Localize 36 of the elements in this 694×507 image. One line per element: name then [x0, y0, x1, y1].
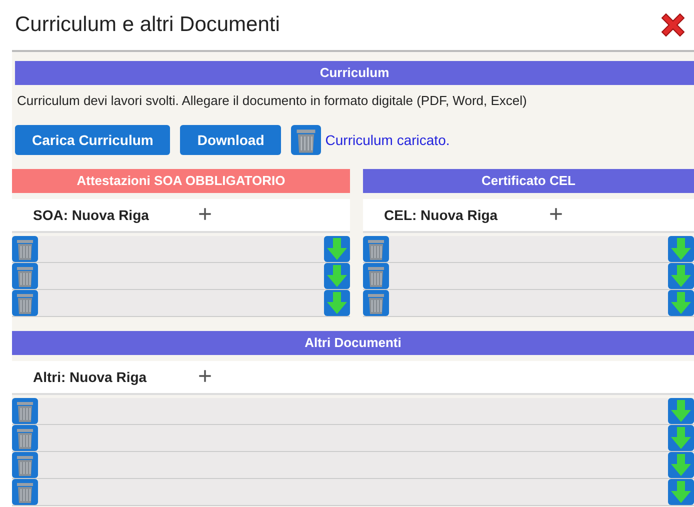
description-text: Curriculum devi lavori svolti. Allegare il documento in formato digitale (PDF, Word, Excel): [17, 93, 528, 108]
add-button[interactable]: +: [198, 203, 212, 227]
section-header: Altri Documenti: [12, 331, 694, 355]
add-button[interactable]: +: [549, 203, 564, 227]
status-text: Curriculum caricato.: [325, 132, 450, 148]
new-row-label: CEL: Nuova Riga: [384, 207, 499, 223]
download-arrow-icon[interactable]: [668, 452, 694, 478]
trash-icon[interactable]: [12, 263, 38, 289]
download-arrow-icon[interactable]: [668, 263, 694, 289]
section-header: Certificato CEL: [363, 169, 694, 193]
trash-icon[interactable]: [12, 452, 38, 478]
trash-icon[interactable]: [291, 125, 322, 155]
trash-icon[interactable]: [12, 236, 38, 262]
trash-icon[interactable]: [12, 479, 38, 505]
new-row-label: Altri: Nuova Riga: [33, 369, 148, 385]
trash-icon[interactable]: [12, 398, 38, 424]
trash-icon[interactable]: [363, 290, 389, 316]
new-row-label: SOA: Nuova Riga: [33, 207, 150, 223]
download-arrow-icon[interactable]: [324, 263, 350, 289]
download-arrow-icon[interactable]: [668, 479, 694, 505]
section-header: Attestazioni SOA OBBLIGATORIO: [12, 169, 350, 193]
window-title: Curriculum e altri Documenti: [15, 13, 280, 37]
download-arrow-icon[interactable]: [668, 236, 694, 262]
action-button[interactable]: Download: [180, 125, 282, 155]
download-arrow-icon[interactable]: [324, 236, 350, 262]
trash-icon[interactable]: [12, 290, 38, 316]
trash-icon[interactable]: [363, 263, 389, 289]
trash-icon[interactable]: [363, 236, 389, 262]
download-arrow-icon[interactable]: [668, 290, 694, 316]
download-arrow-icon[interactable]: [668, 425, 694, 451]
section-header: Curriculum: [15, 61, 694, 85]
download-arrow-icon[interactable]: [668, 398, 694, 424]
add-button[interactable]: +: [198, 365, 212, 389]
trash-icon[interactable]: [12, 425, 38, 451]
download-arrow-icon[interactable]: [324, 290, 350, 316]
action-button[interactable]: Carica Curriculum: [15, 125, 170, 155]
